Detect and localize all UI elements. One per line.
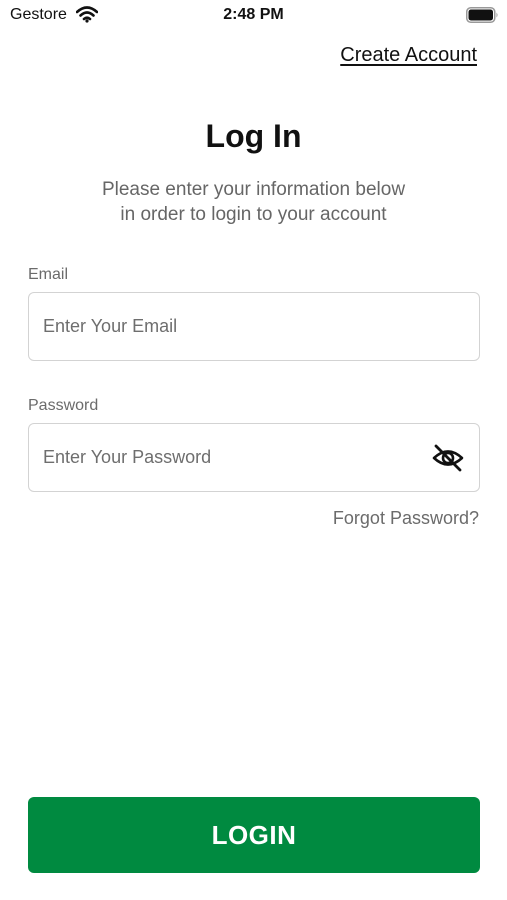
status-time: 2:48 PM <box>223 6 284 23</box>
subtitle-line-1: Please enter your information below <box>101 179 406 200</box>
password-input[interactable] <box>43 424 423 491</box>
forgot-password-link[interactable]: Forgot Password? <box>333 508 479 529</box>
email-label: Email <box>28 266 69 283</box>
page-title: Log In <box>205 118 302 154</box>
create-account-link[interactable]: Create Account <box>340 44 477 67</box>
page-subtitle: Please enter your information below in o… <box>0 177 507 227</box>
battery-icon <box>466 7 498 23</box>
login-screen: Gestore 2:48 PM Create Account Log In Pl… <box>0 0 507 900</box>
email-input[interactable] <box>43 293 423 360</box>
subtitle-line-2: in order to login to your account <box>120 204 387 225</box>
password-label: Password <box>28 397 99 414</box>
email-field-container <box>28 292 480 361</box>
password-field-container <box>28 423 480 492</box>
login-button[interactable]: LOGIN <box>28 797 480 873</box>
eye-off-icon[interactable] <box>431 443 465 473</box>
status-bar: Gestore 2:48 PM <box>0 0 507 32</box>
